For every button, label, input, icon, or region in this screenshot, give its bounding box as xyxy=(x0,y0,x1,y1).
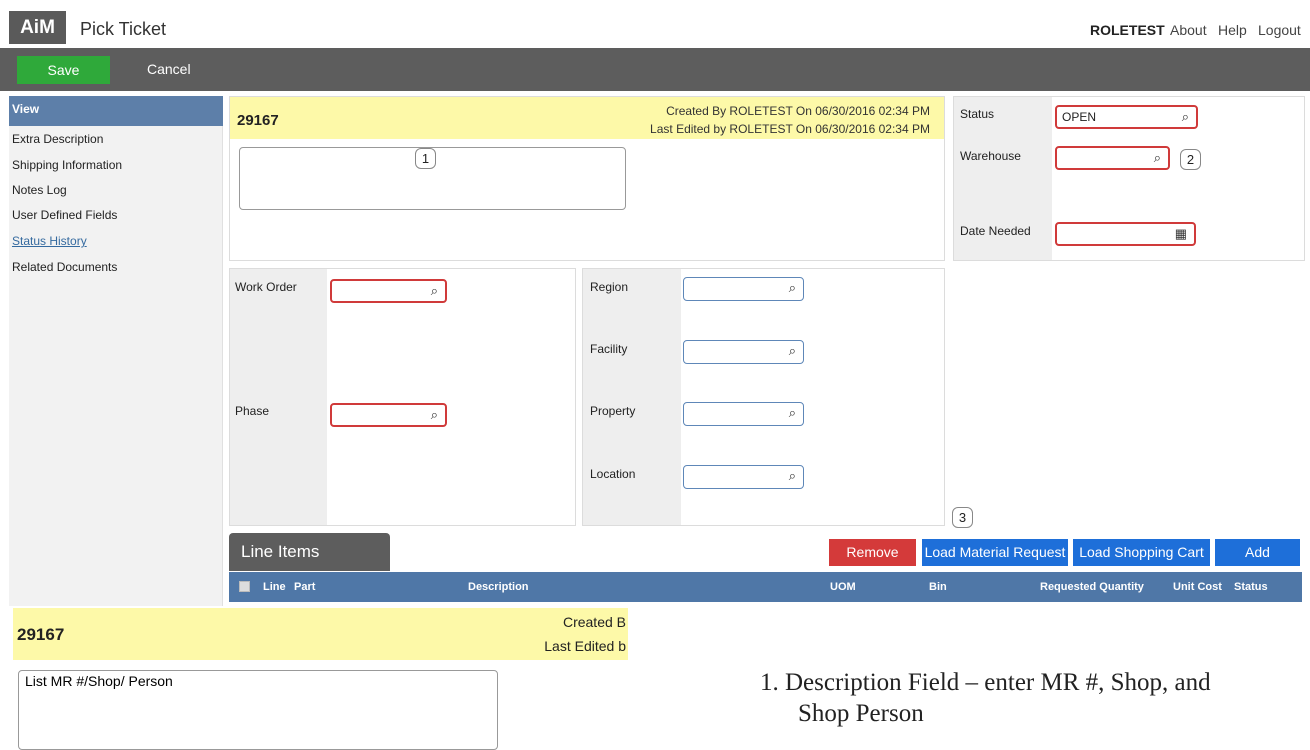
ticket-number: 29167 xyxy=(237,112,279,129)
zoom-created-info: Created B xyxy=(562,614,626,630)
status-field[interactable]: OPEN ⌕ xyxy=(1055,105,1198,129)
about-link[interactable]: About xyxy=(1170,22,1207,38)
instruction-line-2: Shop Person xyxy=(798,700,924,727)
callout-1: 1 xyxy=(415,148,436,169)
location-field[interactable]: ⌕ xyxy=(683,465,804,489)
current-user: ROLETEST xyxy=(1090,22,1165,38)
sidebar-item-notes-log[interactable]: Notes Log xyxy=(12,183,67,197)
callout-3: 3 xyxy=(952,507,973,528)
line-items-tab[interactable]: Line Items xyxy=(229,533,390,571)
search-icon[interactable]: ⌕ xyxy=(789,280,796,296)
property-field[interactable]: ⌕ xyxy=(683,402,804,426)
line-items-header: Line Part Description UOM Bin Requested … xyxy=(229,572,1302,602)
app-logo[interactable]: AiM xyxy=(9,11,66,44)
remove-button[interactable]: Remove xyxy=(829,539,916,566)
load-shopping-cart-button[interactable]: Load Shopping Cart xyxy=(1073,539,1210,566)
search-icon[interactable]: ⌕ xyxy=(789,343,796,359)
col-status[interactable]: Status xyxy=(1234,581,1268,593)
search-icon[interactable]: ⌕ xyxy=(431,407,438,423)
facility-label: Facility xyxy=(590,342,628,356)
instruction-text: 1. Description Field – enter MR #, Shop,… xyxy=(760,667,1211,729)
zoom-description-textarea[interactable]: List MR #/Shop/ Person xyxy=(18,670,498,750)
sidebar-item-status-history[interactable]: Status History xyxy=(12,234,87,248)
location-label: Location xyxy=(590,467,636,481)
callout-2: 2 xyxy=(1180,149,1201,170)
sidebar-header-view: View xyxy=(9,96,223,126)
work-order-label: Work Order xyxy=(235,280,297,294)
sidebar-item-related-documents[interactable]: Related Documents xyxy=(12,260,117,274)
date-needed-label: Date Needed xyxy=(960,224,1031,238)
col-bin[interactable]: Bin xyxy=(929,581,947,593)
region-label: Region xyxy=(590,280,629,294)
sidebar xyxy=(9,96,223,606)
status-label: Status xyxy=(960,107,995,121)
facility-field[interactable]: ⌕ xyxy=(683,340,804,364)
col-uom[interactable]: UOM xyxy=(830,581,856,593)
col-requested-quantity[interactable]: Requested Quantity xyxy=(1040,581,1144,593)
select-all-checkbox[interactable] xyxy=(239,581,250,592)
sidebar-item-user-defined-fields[interactable]: User Defined Fields xyxy=(12,208,117,222)
zoom-ticket-number: 29167 xyxy=(17,625,65,644)
search-icon[interactable]: ⌕ xyxy=(1154,150,1161,166)
col-part[interactable]: Part xyxy=(294,581,315,593)
zoom-last-edited-info: Last Edited b xyxy=(544,638,626,654)
sidebar-item-extra-description[interactable]: Extra Description xyxy=(12,132,103,146)
cancel-button[interactable]: Cancel xyxy=(147,61,191,77)
col-unit-cost[interactable]: Unit Cost xyxy=(1173,581,1222,593)
add-button[interactable]: Add xyxy=(1215,539,1300,566)
created-info: Created By ROLETEST On 06/30/2016 02:34 … xyxy=(666,104,930,118)
col-description[interactable]: Description xyxy=(468,581,529,593)
search-icon[interactable]: ⌕ xyxy=(789,405,796,421)
search-icon[interactable]: ⌕ xyxy=(789,468,796,484)
instruction-line-1: 1. Description Field – enter MR #, Shop,… xyxy=(760,669,1211,696)
phase-field[interactable]: ⌕ xyxy=(330,403,447,427)
help-link[interactable]: Help xyxy=(1218,22,1247,38)
calendar-icon[interactable]: ▦ xyxy=(1175,226,1187,242)
last-edited-info: Last Edited by ROLETEST On 06/30/2016 02… xyxy=(650,122,930,136)
search-icon[interactable]: ⌕ xyxy=(1182,109,1189,125)
save-button[interactable]: Save xyxy=(17,56,110,84)
warehouse-field[interactable]: ⌕ xyxy=(1055,146,1170,170)
logout-link[interactable]: Logout xyxy=(1258,22,1301,38)
load-material-request-button[interactable]: Load Material Request xyxy=(922,539,1068,566)
sidebar-item-shipping-information[interactable]: Shipping Information xyxy=(12,158,122,172)
property-label: Property xyxy=(590,404,636,418)
region-field[interactable]: ⌕ xyxy=(683,277,804,301)
col-line[interactable]: Line xyxy=(263,581,286,593)
warehouse-label: Warehouse xyxy=(960,149,1021,163)
page-title: Pick Ticket xyxy=(80,19,167,39)
status-value: OPEN xyxy=(1062,110,1097,124)
work-label-column xyxy=(230,269,327,525)
search-icon[interactable]: ⌕ xyxy=(431,283,438,299)
location-label-column xyxy=(583,269,681,525)
phase-label: Phase xyxy=(235,404,270,418)
toolbar xyxy=(0,48,1310,91)
work-order-field[interactable]: ⌕ xyxy=(330,279,447,303)
date-needed-field[interactable]: ▦ xyxy=(1055,222,1196,246)
